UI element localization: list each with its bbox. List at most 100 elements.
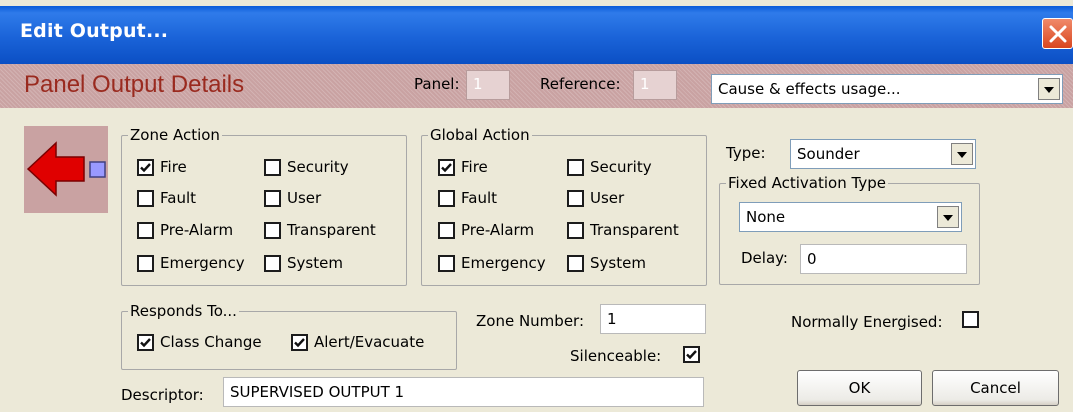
checkbox-box[interactable] (137, 189, 154, 207)
checkbox-box[interactable] (567, 221, 584, 239)
global-pre-alarm-checkbox[interactable]: Pre-Alarm (438, 221, 534, 239)
window-title: Edit Output... (20, 20, 169, 42)
global-fire-checkbox[interactable]: Fire (438, 158, 488, 176)
checkbox-box[interactable] (438, 254, 455, 272)
zone-security-label: Security (287, 158, 349, 176)
checkbox-box[interactable] (264, 158, 281, 176)
zone-user-checkbox[interactable]: User (264, 189, 321, 207)
checkbox-box[interactable] (683, 346, 700, 363)
checkbox-box[interactable] (264, 254, 281, 272)
global-system-label: System (590, 254, 646, 272)
check-icon (441, 162, 452, 172)
global-fault-label: Fault (461, 189, 497, 207)
output-direction-indicator (24, 126, 108, 213)
zone-transparent-label: Transparent (287, 221, 376, 239)
check-icon (294, 337, 305, 347)
global-security-label: Security (590, 158, 652, 176)
reference-number-field: 1 (633, 70, 677, 100)
global-user-label: User (590, 189, 625, 207)
usage-dropdown-value: Cause & effects usage... (718, 80, 901, 98)
checkbox-box[interactable] (962, 311, 979, 328)
alert-evacuate-label: Alert/Evacuate (314, 333, 425, 351)
zone-user-label: User (287, 189, 322, 207)
zone-fault-checkbox[interactable]: Fault (137, 189, 196, 207)
responds-to-legend: Responds To... (130, 302, 237, 320)
zone-number-label: Zone Number: (476, 312, 585, 330)
silenceable-label: Silenceable: (570, 347, 662, 365)
alert-evacuate-checkbox[interactable]: Alert/Evacuate (291, 333, 424, 351)
zone-pre-alarm-checkbox[interactable]: Pre-Alarm (137, 221, 233, 239)
class-change-checkbox[interactable]: Class Change (137, 333, 262, 351)
global-transparent-checkbox[interactable]: Transparent (567, 221, 679, 239)
descriptor-input[interactable]: SUPERVISED OUTPUT 1 (223, 377, 704, 407)
check-icon (140, 162, 151, 172)
checkbox-box[interactable] (137, 221, 154, 239)
zone-emergency-label: Emergency (160, 254, 245, 272)
fixed-activation-value: None (746, 208, 786, 226)
usage-dropdown[interactable]: Cause & effects usage... (711, 74, 1063, 104)
close-button[interactable] (1042, 18, 1073, 49)
zone-fault-label: Fault (160, 189, 196, 207)
global-user-checkbox[interactable]: User (567, 189, 624, 207)
red-left-arrow-icon (26, 141, 106, 197)
panel-label: Panel: (414, 75, 460, 93)
zone-security-checkbox[interactable]: Security (264, 158, 349, 176)
silenceable-checkbox[interactable] (683, 346, 706, 363)
edit-output-dialog: Edit Output... Panel Output Details Pane… (0, 0, 1073, 412)
checkbox-box[interactable] (137, 158, 154, 176)
zone-number-input[interactable]: 1 (600, 304, 706, 334)
checkbox-box[interactable] (264, 189, 281, 207)
type-label: Type: (726, 144, 766, 162)
zone-action-legend: Zone Action (130, 126, 220, 144)
type-dropdown[interactable]: Sounder (790, 139, 976, 169)
global-fire-label: Fire (461, 158, 488, 176)
checkbox-box[interactable] (137, 333, 154, 351)
global-pre-alarm-label: Pre-Alarm (461, 221, 535, 239)
checkbox-box[interactable] (567, 189, 584, 207)
checkbox-box[interactable] (438, 158, 455, 176)
zone-transparent-checkbox[interactable]: Transparent (264, 221, 376, 239)
reference-label: Reference: (540, 75, 621, 93)
zone-emergency-checkbox[interactable]: Emergency (137, 254, 245, 272)
zone-fire-checkbox[interactable]: Fire (137, 158, 187, 176)
chevron-down-icon[interactable] (937, 206, 959, 228)
delay-input[interactable]: 0 (800, 244, 967, 274)
checkbox-box[interactable] (438, 189, 455, 207)
class-change-label: Class Change (160, 333, 262, 351)
global-emergency-label: Emergency (461, 254, 546, 272)
title-bar[interactable]: Edit Output... (0, 6, 1073, 64)
normally-energised-checkbox[interactable] (962, 311, 985, 328)
global-fault-checkbox[interactable]: Fault (438, 189, 497, 207)
checkbox-box[interactable] (438, 221, 455, 239)
type-dropdown-value: Sounder (797, 145, 860, 163)
global-security-checkbox[interactable]: Security (567, 158, 652, 176)
global-emergency-checkbox[interactable]: Emergency (438, 254, 546, 272)
panel-output-header: Panel Output Details Panel: 1 Reference:… (0, 64, 1073, 108)
header-title: Panel Output Details (24, 71, 245, 98)
cancel-button[interactable]: Cancel (932, 370, 1059, 406)
close-icon (1049, 25, 1067, 43)
panel-number-field: 1 (466, 70, 510, 100)
chevron-down-icon[interactable] (951, 143, 973, 165)
fixed-activation-legend: Fixed Activation Type (728, 174, 886, 192)
descriptor-label: Descriptor: (121, 386, 204, 404)
zone-system-checkbox[interactable]: System (264, 254, 343, 272)
checkbox-box[interactable] (567, 158, 584, 176)
delay-label: Delay: (741, 249, 788, 267)
checkbox-box[interactable] (567, 254, 584, 272)
global-action-legend: Global Action (430, 126, 530, 144)
zone-fire-label: Fire (160, 158, 187, 176)
ok-button[interactable]: OK (797, 370, 922, 406)
check-icon (686, 350, 697, 360)
chevron-down-icon[interactable] (1038, 78, 1060, 100)
zone-pre-alarm-label: Pre-Alarm (160, 221, 234, 239)
check-icon (140, 337, 151, 347)
checkbox-box[interactable] (291, 333, 308, 351)
checkbox-box[interactable] (137, 254, 154, 272)
global-system-checkbox[interactable]: System (567, 254, 646, 272)
zone-system-label: System (287, 254, 343, 272)
global-transparent-label: Transparent (590, 221, 679, 239)
fixed-activation-dropdown[interactable]: None (739, 202, 962, 232)
checkbox-box[interactable] (264, 221, 281, 239)
normally-energised-label: Normally Energised: (791, 313, 943, 331)
